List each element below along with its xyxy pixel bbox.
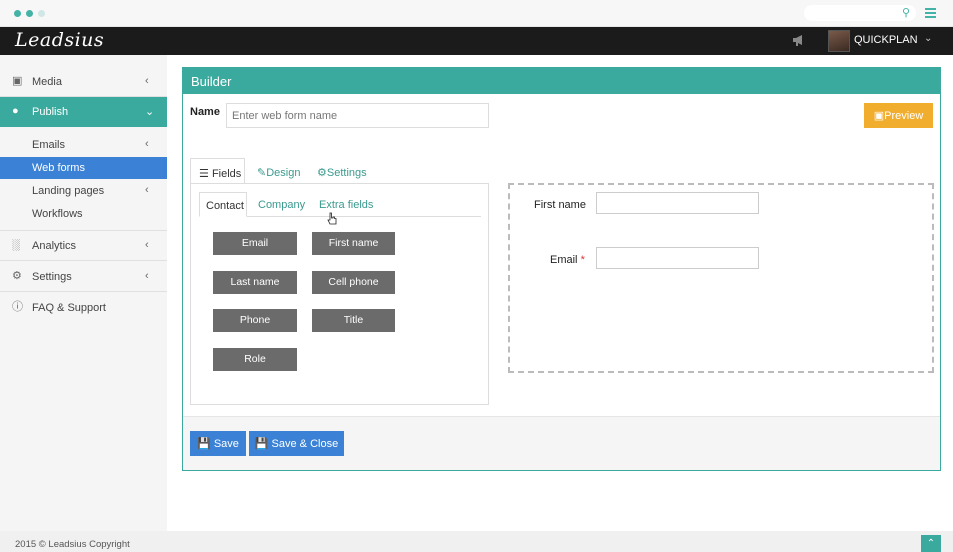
edit-icon: ✎	[257, 167, 267, 179]
email-label-text: Email	[550, 254, 578, 266]
tab-design[interactable]: ✎Design	[257, 158, 300, 184]
sidebar-sub-label: Landing pages	[32, 185, 105, 197]
web-form-name-input[interactable]	[226, 103, 489, 128]
save-close-label: Save & Close	[271, 438, 339, 450]
field-first-name-button[interactable]: First name	[312, 232, 395, 255]
chevron-left-icon: ‹	[145, 75, 149, 87]
fields-panel: Contact Company Extra fields Email First…	[190, 183, 489, 405]
email-field[interactable]	[596, 247, 759, 269]
field-title-button[interactable]: Title	[312, 309, 395, 332]
chevron-down-icon: ⌄	[145, 106, 155, 118]
gears-icon: ⚙	[317, 167, 327, 179]
name-label: Name	[190, 106, 220, 118]
builder-tabs: ☰ Fields ✎Design ⚙Settings	[190, 158, 490, 184]
sidebar-sub-web-forms[interactable]: Web forms	[0, 157, 167, 179]
subtab-contact[interactable]: Contact	[199, 192, 247, 217]
image-icon: ▣	[873, 110, 885, 122]
chevron-down-icon[interactable]: ⌄	[924, 33, 932, 44]
window-dot[interactable]	[14, 10, 21, 17]
sidebar-sub-label: Emails	[32, 139, 66, 151]
sidebar-sub-landing-pages[interactable]: Landing pages ‹	[0, 180, 167, 202]
scroll-to-top-button[interactable]: ⌃	[921, 535, 941, 552]
hamburger-icon[interactable]	[925, 8, 936, 20]
window-dot[interactable]	[38, 10, 45, 17]
sidebar-sub-workflows[interactable]: Workflows	[0, 203, 167, 231]
gears-icon: ⚙	[12, 270, 22, 282]
sidebar-item-label: Publish	[32, 106, 69, 118]
builder-header: Builder	[183, 68, 940, 94]
sidebar-item-label: Media	[32, 76, 62, 88]
field-phone-button[interactable]: Phone	[213, 309, 297, 332]
chevron-left-icon: ‹	[145, 138, 149, 150]
image-icon: ▣	[12, 75, 23, 87]
main-content: Builder Name ▣Preview ☰ Fields ✎Design ⚙…	[167, 55, 953, 531]
subtab-company[interactable]: Company	[258, 192, 305, 217]
sidebar-item-faq[interactable]: ⓘ FAQ & Support	[0, 293, 167, 323]
chevron-left-icon: ‹	[145, 270, 149, 282]
email-label: Email *	[550, 254, 585, 266]
sidebar-item-settings[interactable]: ⚙ Settings ‹	[0, 262, 167, 292]
field-last-name-button[interactable]: Last name	[213, 271, 297, 294]
sidebar: ▣ Media ‹ ● Publish ⌄ Emails ‹ Web forms…	[0, 55, 167, 531]
sidebar-sub-emails[interactable]: Emails ‹	[0, 134, 167, 156]
required-marker: *	[580, 254, 585, 266]
chevron-left-icon: ‹	[145, 184, 149, 196]
first-name-field[interactable]	[596, 192, 759, 214]
first-name-label: First name	[534, 199, 586, 211]
publish-icon: ●	[12, 105, 19, 117]
sidebar-sub-label: Web forms	[32, 162, 85, 174]
info-icon: ⓘ	[12, 301, 23, 313]
sidebar-item-publish[interactable]: ● Publish ⌄	[0, 97, 167, 127]
bar-chart-icon: ░	[12, 239, 20, 251]
app-logo[interactable]: Leadsius	[15, 29, 104, 51]
window-dot[interactable]	[26, 10, 33, 17]
field-role-button[interactable]: Role	[213, 348, 297, 371]
window-top-bar: ⚲	[0, 0, 953, 27]
window-search-box[interactable]: ⚲	[804, 5, 916, 21]
floppy-icon: 💾	[254, 438, 269, 450]
builder-title: Builder	[191, 74, 232, 89]
save-label: Save	[213, 438, 239, 450]
tab-label: Design	[266, 167, 301, 179]
list-icon: ☰	[199, 168, 209, 180]
preview-label: Preview	[884, 110, 924, 122]
sidebar-item-analytics[interactable]: ░ Analytics ‹	[0, 231, 167, 261]
field-email-button[interactable]: Email	[213, 232, 297, 255]
builder-panel: Builder Name ▣Preview ☰ Fields ✎Design ⚙…	[182, 67, 941, 471]
sidebar-item-media[interactable]: ▣ Media ‹	[0, 67, 167, 97]
field-cell-phone-button[interactable]: Cell phone	[312, 271, 395, 294]
chevron-left-icon: ‹	[145, 239, 149, 251]
floppy-icon: 💾	[197, 438, 211, 450]
sidebar-item-label: FAQ & Support	[32, 302, 106, 314]
user-name[interactable]: QUICKPLAN	[854, 34, 918, 46]
sidebar-item-label: Analytics	[32, 240, 77, 252]
tab-label: Settings	[326, 167, 367, 179]
sidebar-sub-label: Workflows	[32, 208, 83, 220]
top-navbar: Leadsius QUICKPLAN ⌄	[0, 27, 953, 55]
chevron-up-icon: ⌃	[926, 538, 936, 549]
form-drop-zone[interactable]: First name Email *	[508, 183, 934, 373]
builder-footer: 💾 Save 💾 Save & Close	[183, 416, 940, 470]
tab-fields[interactable]: ☰ Fields	[190, 158, 245, 184]
avatar[interactable]	[828, 30, 850, 52]
tab-settings[interactable]: ⚙Settings	[317, 158, 367, 184]
sidebar-item-label: Settings	[32, 271, 72, 283]
search-icon[interactable]: ⚲	[902, 6, 910, 19]
hand-cursor-icon	[327, 212, 337, 225]
megaphone-icon[interactable]	[792, 33, 806, 47]
save-and-close-button[interactable]: 💾 Save & Close	[249, 431, 344, 456]
tab-label: Fields	[211, 168, 242, 180]
copyright-text: 2015 © Leadsius Copyright	[15, 539, 130, 550]
page-footer: 2015 © Leadsius Copyright	[0, 531, 953, 552]
preview-button[interactable]: ▣Preview	[864, 103, 933, 128]
save-button[interactable]: 💾 Save	[190, 431, 246, 456]
